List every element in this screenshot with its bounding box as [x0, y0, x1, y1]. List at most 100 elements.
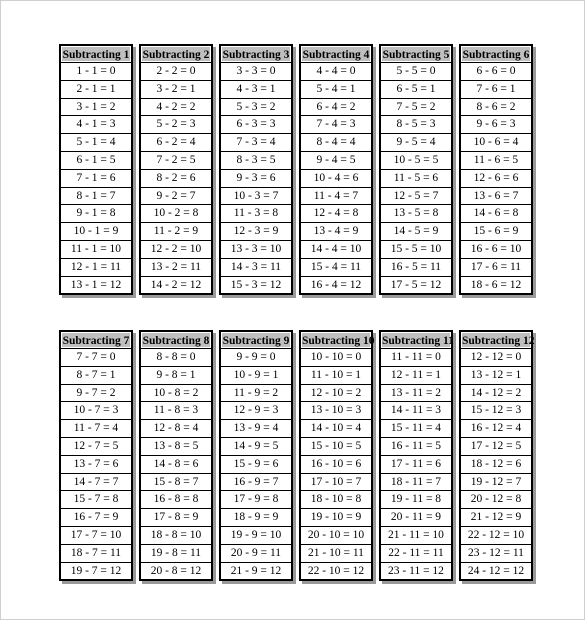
table-row: 11 - 4 = 7 [301, 187, 371, 205]
table-row: 17 - 5 = 12 [381, 276, 451, 294]
table-row: 8 - 6 = 2 [461, 98, 531, 116]
table-row: 20 - 11 = 9 [381, 509, 451, 526]
table-header: Subtracting 2 [141, 46, 211, 62]
table-row: 13 - 8 = 5 [141, 437, 211, 455]
table-row: 17 - 9 = 8 [221, 491, 291, 509]
subtraction-table: Subtracting 77 - 7 = 08 - 7 = 19 - 7 = 2… [59, 330, 133, 582]
table-row: 23 - 11 = 12 [381, 562, 451, 580]
table-row: 18 - 12 = 6 [461, 455, 531, 473]
table-row: 10 - 5 = 5 [381, 151, 451, 169]
table-row: 7 - 4 = 3 [301, 116, 371, 134]
table-row: 17 - 8 = 9 [141, 509, 211, 526]
table-row: 10 - 7 = 3 [61, 402, 131, 420]
table-row: 4 - 1 = 3 [61, 116, 131, 134]
table-row: 9 - 3 = 6 [221, 169, 291, 187]
table-row: 15 - 4 = 11 [301, 258, 371, 276]
tables-block-1: Subtracting 11 - 1 = 02 - 1 = 13 - 1 = 2… [59, 44, 533, 296]
table-row: 14 - 2 = 12 [141, 276, 211, 294]
table-row: 17 - 11 = 6 [381, 455, 451, 473]
table-row: 16 - 6 = 10 [461, 240, 531, 258]
table-row: 11 - 6 = 5 [461, 151, 531, 169]
table-row: 15 - 11 = 4 [381, 420, 451, 437]
table-row: 16 - 8 = 8 [141, 491, 211, 509]
table-row: 11 - 3 = 8 [221, 205, 291, 223]
table-row: 13 - 4 = 9 [301, 223, 371, 240]
table-row: 5 - 4 = 1 [301, 80, 371, 98]
table-row: 9 - 7 = 2 [61, 384, 131, 402]
subtraction-table: Subtracting 33 - 3 = 04 - 3 = 15 - 3 = 2… [219, 44, 293, 296]
table-row: 9 - 8 = 1 [141, 366, 211, 384]
table-row: 9 - 2 = 7 [141, 187, 211, 205]
table-row: 16 - 4 = 12 [301, 276, 371, 294]
table-row: 15 - 10 = 5 [301, 437, 371, 455]
table-row: 12 - 2 = 10 [141, 240, 211, 258]
subtraction-table: Subtracting 11 11 - 11 = 0 12 - 11 = 1 13 -… [379, 330, 454, 582]
table-row: 11 - 7 = 4 [61, 420, 131, 437]
table-header: Subtracting 8 [141, 332, 211, 348]
table-row: 14 - 6 = 8 [461, 205, 531, 223]
table-row: 14 - 9 = 5 [221, 437, 291, 455]
table-row: 10 - 3 = 7 [221, 187, 291, 205]
table-row: 12 - 11 = 1 [381, 366, 451, 384]
table-row: 16 - 10 = 6 [301, 455, 371, 473]
table-row: 12 - 6 = 6 [461, 169, 531, 187]
table-row: 18 - 7 = 11 [61, 544, 131, 562]
table-row: 17 - 12 = 5 [461, 437, 531, 455]
subtraction-table: Subtracting 11 - 1 = 02 - 1 = 13 - 1 = 2… [59, 44, 133, 296]
table-row: 17 - 6 = 11 [461, 258, 531, 276]
table-row: 16 - 12 = 4 [461, 420, 531, 437]
table-row: 11 - 1 = 10 [61, 240, 131, 258]
table-row: 7 - 6 = 1 [461, 80, 531, 98]
table-row: 21 - 11 = 10 [381, 526, 451, 544]
subtraction-table: Subtracting 12 12 - 12 = 0 13 - 12 = 1 14 -… [459, 330, 535, 582]
table-row: 12 - 12 = 0 [461, 349, 531, 366]
table-row: 17 - 10 = 7 [301, 473, 371, 491]
table-row: 2 - 2 = 0 [141, 63, 211, 80]
table-row: 12 - 8 = 4 [141, 420, 211, 437]
table-header: Subtracting 4 [301, 46, 371, 62]
table-row: 8 - 8 = 0 [141, 349, 211, 366]
table-row: 21 - 10 = 11 [301, 544, 371, 562]
table-row: 14 - 7 = 7 [61, 473, 131, 491]
table-row: 12 - 1 = 11 [61, 258, 131, 276]
table-row: 4 - 4 = 0 [301, 63, 371, 80]
table-header: Subtracting 9 [221, 332, 291, 348]
table-row: 10 - 8 = 2 [141, 384, 211, 402]
table-row: 20 - 12 = 8 [461, 491, 531, 509]
table-header: Subtracting 12 [461, 332, 535, 348]
table-row: 20 - 9 = 11 [221, 544, 291, 562]
subtraction-table: Subtracting 55 - 5 = 06 - 5 = 17 - 5 = 2… [379, 44, 453, 296]
table-row: 8 - 1 = 7 [61, 187, 131, 205]
table-header: Subtracting 7 [61, 332, 131, 348]
table-row: 14 - 11 = 3 [381, 402, 451, 420]
table-row: 6 - 3 = 3 [221, 116, 291, 134]
table-row: 12 - 5 = 7 [381, 187, 451, 205]
table-row: 16 - 9 = 7 [221, 473, 291, 491]
table-row: 13 - 6 = 7 [461, 187, 531, 205]
table-row: 12 - 10 = 2 [301, 384, 371, 402]
table-row: 8 - 7 = 1 [61, 366, 131, 384]
table-row: 14 - 3 = 11 [221, 258, 291, 276]
table-row: 2 - 1 = 1 [61, 80, 131, 98]
table-row: 13 - 10 = 3 [301, 402, 371, 420]
table-row: 13 - 9 = 4 [221, 420, 291, 437]
table-row: 19 - 7 = 12 [61, 562, 131, 580]
subtraction-table: Subtracting 66 - 6 = 07 - 6 = 18 - 6 = 2… [459, 44, 533, 296]
table-row: 23 - 12 = 11 [461, 544, 531, 562]
table-header: Subtracting 5 [381, 46, 451, 62]
table-row: 13 - 12 = 1 [461, 366, 531, 384]
table-row: 22 - 12 = 10 [461, 526, 531, 544]
table-row: 18 - 9 = 9 [221, 509, 291, 526]
table-row: 5 - 3 = 2 [221, 98, 291, 116]
table-row: 8 - 4 = 4 [301, 134, 371, 151]
table-row: 8 - 3 = 5 [221, 151, 291, 169]
table-row: 19 - 8 = 11 [141, 544, 211, 562]
table-row: 20 - 8 = 12 [141, 562, 211, 580]
table-row: 9 - 4 = 5 [301, 151, 371, 169]
table-row: 16 - 7 = 9 [61, 509, 131, 526]
table-row: 10 - 6 = 4 [461, 134, 531, 151]
table-row: 13 - 3 = 10 [221, 240, 291, 258]
subtraction-table: Subtracting 88 - 8 = 09 - 8 = 1 10 - 8 = … [139, 330, 213, 582]
subtraction-table: Subtracting 10 10 - 10 = 0 11 - 10 = 1 12 -… [299, 330, 375, 582]
tables-block-2: Subtracting 77 - 7 = 08 - 7 = 19 - 7 = 2… [59, 330, 535, 582]
